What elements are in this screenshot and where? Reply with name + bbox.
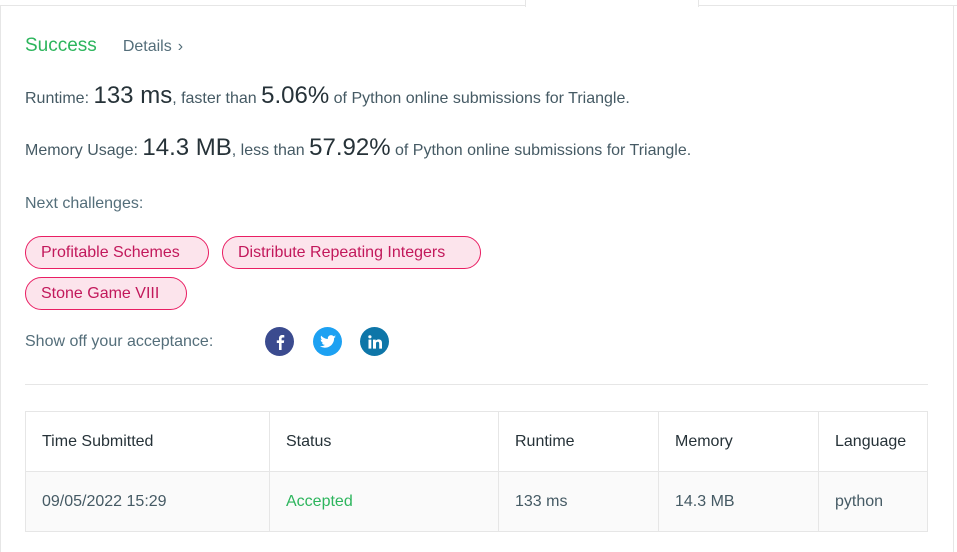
chevron-right-icon: › (177, 38, 184, 55)
column-header-runtime: Runtime (498, 411, 659, 472)
challenge-chip-stone-game-viii[interactable]: Stone Game VIII (25, 277, 187, 310)
memory-tail-text: of Python online submissions for Triangl… (395, 142, 692, 159)
runtime-tail-text: of Python online submissions for Triangl… (333, 90, 630, 107)
table-header-row: Time Submitted Status Runtime Memory Lan… (25, 411, 928, 472)
cell-status-accepted[interactable]: Accepted (269, 471, 499, 532)
runtime-label: Runtime: (25, 90, 90, 107)
cell-time-submitted: 09/05/2022 15:29 (25, 471, 270, 532)
section-divider (25, 384, 928, 385)
memory-label: Memory Usage: (25, 142, 138, 159)
memory-value: 14.3 MB (142, 134, 232, 161)
column-header-memory: Memory (658, 411, 819, 472)
twitter-icon[interactable] (313, 327, 342, 356)
runtime-value: 133 ms (93, 82, 173, 109)
challenge-chip-profitable-schemes[interactable]: Profitable Schemes (25, 236, 209, 269)
share-label: Show off your acceptance: (25, 333, 214, 350)
column-header-time-submitted: Time Submitted (25, 411, 270, 472)
memory-stat: Memory Usage: 14.3 MB, less than 57.92% … (25, 134, 691, 162)
details-label: Details (122, 38, 172, 55)
challenge-chip-distribute-repeating-integers[interactable]: Distribute Repeating Integers (222, 236, 481, 269)
table-row[interactable]: 09/05/2022 15:29 Accepted 133 ms 14.3 MB… (25, 471, 928, 532)
column-header-status: Status (269, 411, 499, 472)
submissions-table: Time Submitted Status Runtime Memory Lan… (25, 411, 928, 532)
memory-mid-text: , less than (231, 142, 305, 159)
details-link[interactable]: Details › (123, 38, 183, 56)
runtime-mid-text: , faster than (172, 90, 257, 107)
result-header: Success Details › (25, 35, 183, 57)
memory-percentile: 57.92% (309, 134, 391, 161)
facebook-icon[interactable] (265, 327, 294, 356)
runtime-percentile: 5.06% (261, 82, 330, 109)
cell-language: python (818, 471, 928, 532)
next-challenges-label: Next challenges: (25, 195, 144, 212)
cell-memory: 14.3 MB (658, 471, 819, 532)
runtime-stat: Runtime: 133 ms, faster than 5.06% of Py… (25, 82, 630, 110)
linkedin-icon[interactable] (360, 327, 389, 356)
cell-runtime: 133 ms (498, 471, 659, 532)
result-status: Success (25, 35, 97, 56)
column-header-language: Language (818, 411, 928, 472)
